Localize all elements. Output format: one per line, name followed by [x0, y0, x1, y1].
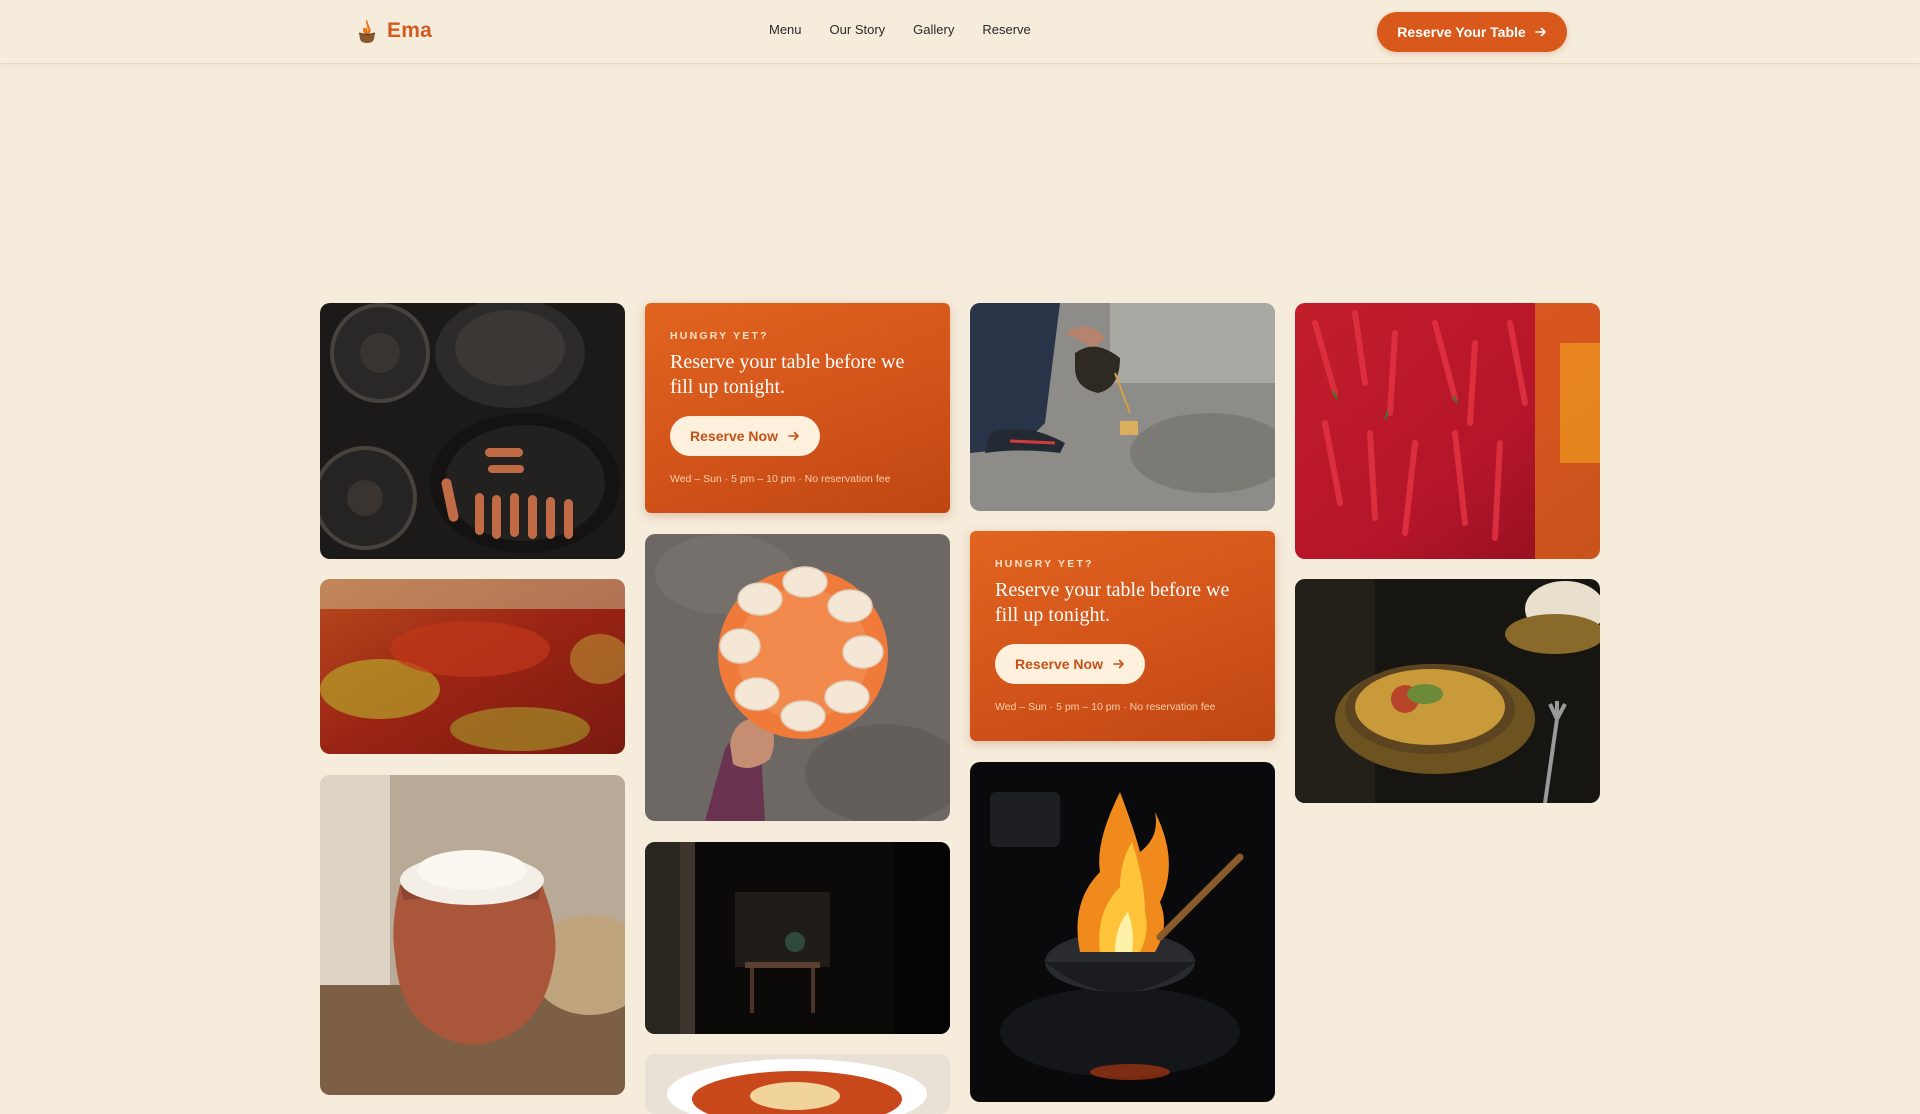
gallery-photo-momos[interactable] [645, 534, 950, 821]
outdoor-tea-pour-photo [970, 303, 1275, 511]
reserve-now-label: Reserve Now [690, 428, 778, 444]
arrow-right-icon [1113, 659, 1124, 669]
gallery-photo-cast-iron-sausages[interactable] [320, 303, 625, 559]
promo-hours-note: Wed – Sun · 5 pm – 10 pm · No reservatio… [995, 701, 1216, 713]
gallery-photo-flaming-wok[interactable] [970, 762, 1275, 1102]
gallery-photo-noodle-bowl[interactable] [645, 1054, 950, 1114]
dark-dining-room-photo [645, 842, 950, 1034]
chili-flakes-photo [320, 579, 625, 754]
hanging-red-chilies-photo [1295, 303, 1600, 559]
main-nav: Menu Our Story Gallery Reserve [769, 22, 1031, 37]
noodle-bowl-photo [645, 1054, 950, 1114]
arrow-right-icon [1534, 27, 1546, 37]
promo-eyebrow: HUNGRY YET? [995, 558, 1094, 570]
gallery-photo-curry-bowl[interactable] [1295, 579, 1600, 803]
promo-title: Reserve your table before we fill up ton… [670, 351, 905, 398]
gallery-photo-chilies[interactable] [1295, 303, 1600, 559]
reserve-your-table-label: Reserve Your Table [1397, 24, 1526, 40]
curry-bowl-photo [1295, 579, 1600, 803]
top-navigation-bar: Ema Menu Our Story Gallery Reserve Reser… [0, 0, 1920, 63]
reserve-now-label: Reserve Now [1015, 656, 1103, 672]
flaming-wok-photo [970, 762, 1275, 1102]
promo-eyebrow: HUNGRY YET? [670, 330, 769, 342]
gallery-photo-rice-pot[interactable] [320, 775, 625, 1095]
cast-iron-pan-photo [320, 303, 625, 559]
nav-gallery[interactable]: Gallery [913, 22, 954, 37]
reserve-now-button[interactable]: Reserve Now [670, 416, 820, 456]
nav-reserve[interactable]: Reserve [982, 22, 1030, 37]
gallery-photo-tea-pour[interactable] [970, 303, 1275, 511]
promo-card-1: HUNGRY YET? Reserve your table before we… [645, 303, 950, 513]
nav-our-story[interactable]: Our Story [830, 22, 886, 37]
brand-logo[interactable]: Ema [355, 17, 432, 45]
reserve-your-table-button[interactable]: Reserve Your Table [1377, 12, 1567, 52]
promo-card-2: HUNGRY YET? Reserve your table before we… [970, 531, 1275, 741]
momo-plate-photo [645, 534, 950, 821]
arrow-right-icon [788, 431, 799, 441]
nav-menu[interactable]: Menu [769, 22, 802, 37]
promo-hours-note: Wed – Sun · 5 pm – 10 pm · No reservatio… [670, 473, 891, 485]
flame-pot-icon [358, 19, 376, 43]
gallery-photo-spices[interactable] [320, 579, 625, 754]
clay-rice-pot-photo [320, 775, 625, 1095]
gallery-photo-dining-room[interactable] [645, 842, 950, 1034]
promo-title: Reserve your table before we fill up ton… [995, 579, 1230, 626]
brand-name: Ema [387, 19, 432, 42]
reserve-now-button[interactable]: Reserve Now [995, 644, 1145, 684]
